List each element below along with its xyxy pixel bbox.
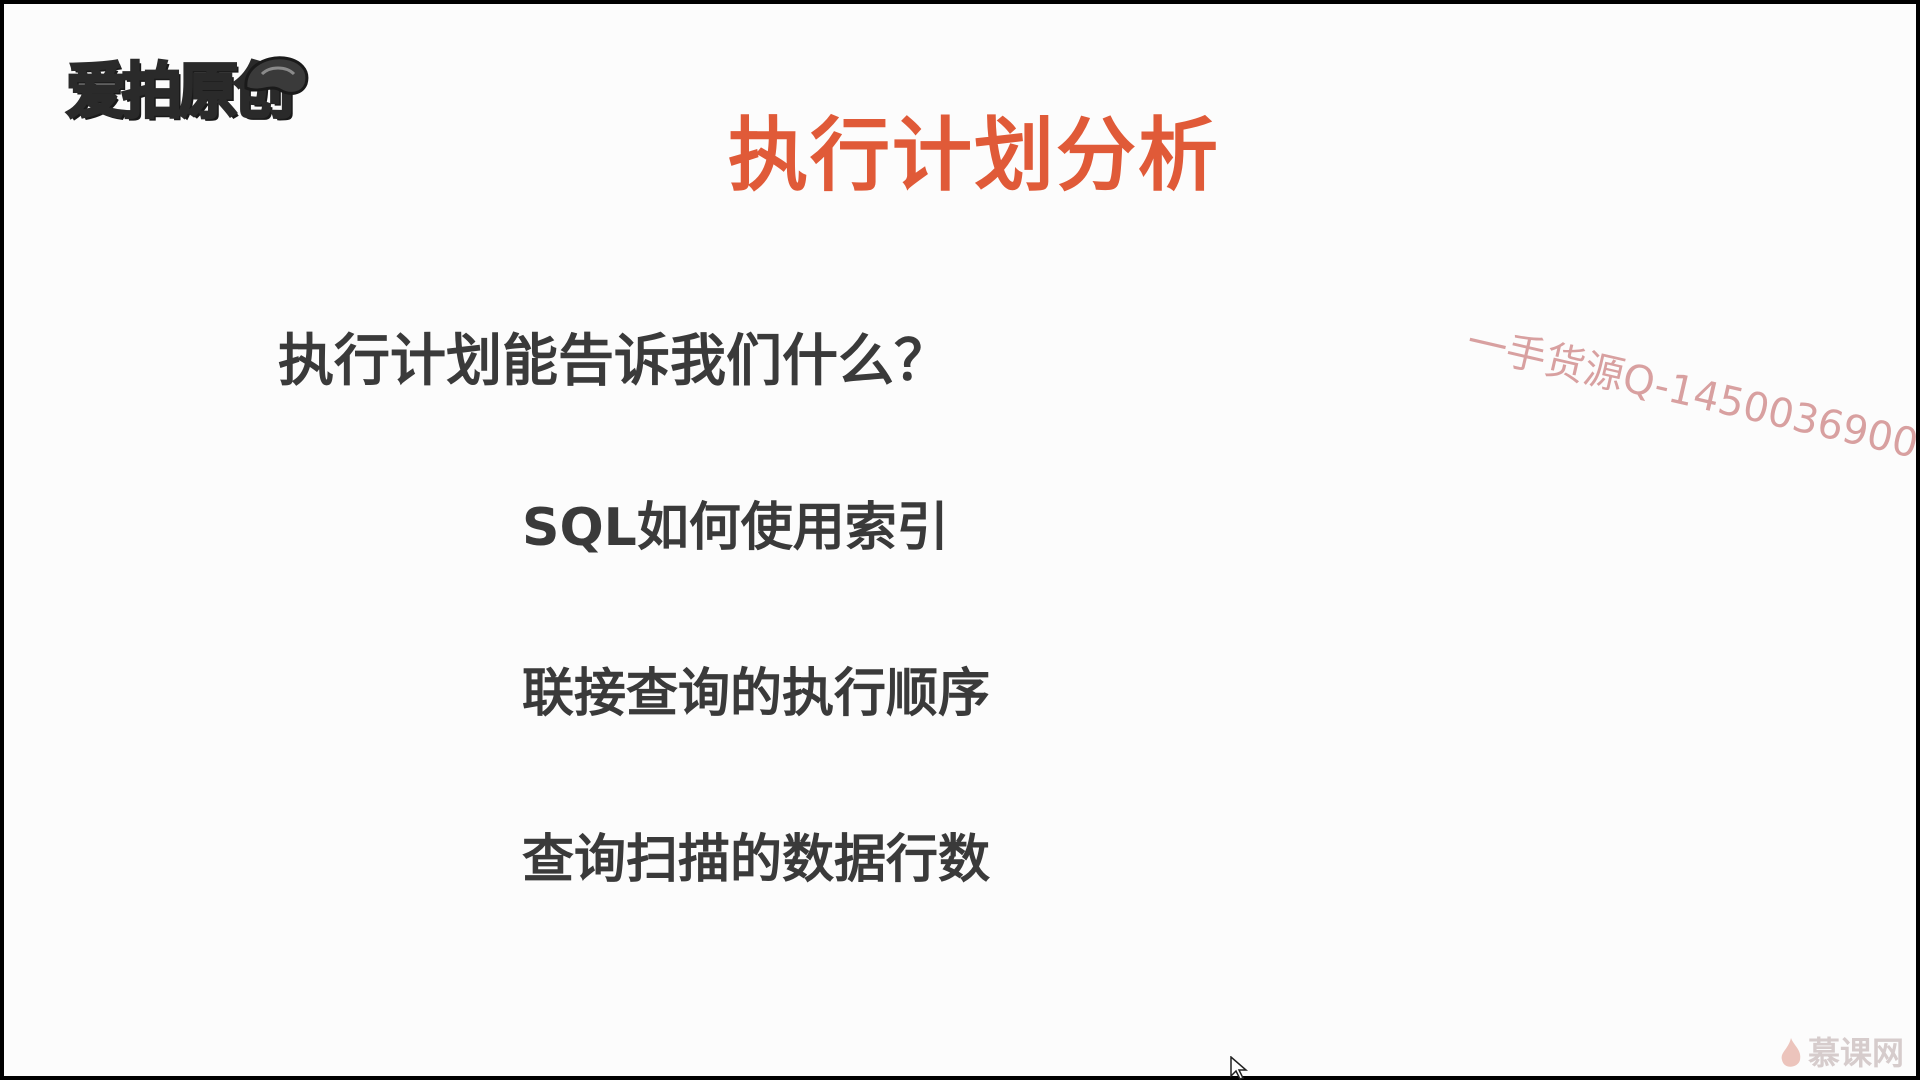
slide: 爱拍原创 执行计划分析 执行计划能告诉我们什么？ SQL如何使用索引 联接查询的… [4,4,1916,1076]
flame-icon [1781,1038,1801,1067]
bullet-item: 联接查询的执行顺序 [522,664,991,724]
brand-text: 慕课网 [1807,1034,1904,1072]
aipai-logo: 爱拍原创 [62,54,322,134]
video-frame: 爱拍原创 执行计划分析 执行计划能告诉我们什么？ SQL如何使用索引 联接查询的… [0,0,1920,1080]
bullet-item: 查询扫描的数据行数 [522,830,991,890]
gamepad-cap-icon [244,56,309,95]
watermark-text: 一手货源Q-1450036900 [1462,319,1916,468]
mouse-pointer-icon [1230,1056,1249,1080]
slide-title: 执行计划分析 [728,109,1220,202]
bullet-item: SQL如何使用索引 [522,498,949,558]
imooc-brand: 慕课网 [1778,1036,1904,1070]
slide-question: 执行计划能告诉我们什么？ [278,329,950,394]
